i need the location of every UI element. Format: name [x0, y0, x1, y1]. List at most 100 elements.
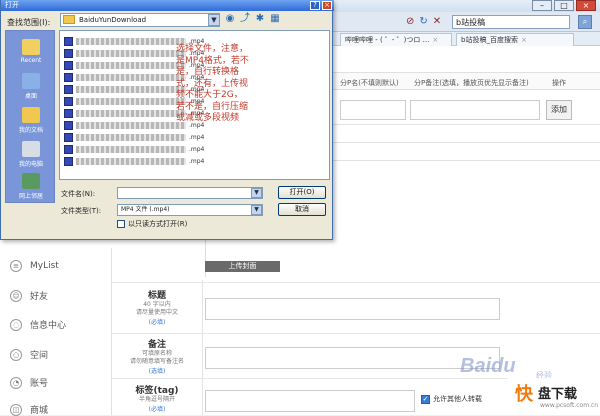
minimize-button[interactable]: – [532, 0, 552, 11]
checkbox-icon[interactable] [117, 220, 125, 228]
chevron-down-icon[interactable]: ▼ [208, 14, 220, 26]
tab-baidu-search[interactable]: b站投稿_百度搜索 × [456, 33, 574, 46]
dialog-titlebar: 打开 ? × [1, 0, 334, 11]
search-icon[interactable]: ⌕ [578, 15, 592, 29]
search-input[interactable]: b站投稿 [452, 15, 570, 29]
lookin-label: 查找范围(I): [7, 18, 51, 27]
dialog-controls: ? × [310, 1, 332, 10]
place-desktop[interactable]: 桌面 [6, 73, 56, 100]
stop-icon[interactable]: ⊘ [406, 16, 414, 27]
video-file-icon [64, 145, 73, 154]
desktop-icon [22, 73, 40, 89]
new-folder-icon[interactable]: ✱ [254, 13, 266, 25]
browser-tabbar: 哔哩哔哩 - ( ゜- ゜)つロ ... × b站投稿_百度搜索 × [330, 32, 600, 46]
place-network[interactable]: 网上邻居 [6, 173, 56, 200]
nav-item-shop[interactable]: ◫ 商城 [10, 403, 48, 416]
readonly-checkbox[interactable]: 以只读方式打开(R) [117, 219, 187, 229]
up-folder-icon[interactable]: ⤴ [239, 13, 251, 25]
site-logo: 快 盘下载 www.pcsoft.com.cn [508, 378, 600, 415]
nav-label: 空间 [30, 351, 49, 361]
part-name-input[interactable] [340, 100, 406, 120]
video-file-icon [64, 49, 73, 58]
remark-input[interactable] [205, 347, 500, 369]
chevron-down-icon[interactable]: ▼ [251, 205, 262, 215]
chevron-down-icon[interactable]: ▼ [251, 188, 262, 198]
upload-cover-button[interactable]: 上传封面 [205, 261, 280, 272]
field-label: 标签(tag) [135, 386, 179, 396]
instruction-note: 选择文件，注意，是MP4格式，若不是，自行转换格式，还有，上传视频不能大于2G，… [176, 44, 249, 123]
file-extension: .mp4 [189, 134, 205, 141]
shop-icon: ◫ [10, 403, 22, 416]
field-required: (必填) [148, 319, 166, 326]
account-icon: ◔ [10, 376, 22, 389]
parts-table-row: 添加 [330, 100, 600, 122]
network-icon [22, 173, 40, 189]
file-extension: .mp4 [189, 146, 205, 153]
place-label: Recent [20, 57, 42, 64]
video-file-icon [64, 121, 73, 130]
nav-item-mylist[interactable]: ≡ MyList [10, 260, 59, 272]
divider [202, 280, 203, 415]
nav-label: 好友 [30, 292, 49, 302]
checkbox-checked-icon[interactable]: ✓ [421, 394, 430, 404]
maximize-button[interactable]: □ [554, 0, 574, 11]
part-remark-input[interactable] [410, 100, 540, 120]
divider [112, 333, 600, 334]
filename-input[interactable] [117, 187, 263, 199]
close-button[interactable]: × [576, 0, 596, 11]
nav-label: MyList [30, 261, 59, 271]
close-icon[interactable]: ✕ [433, 16, 441, 27]
field-required: (必填) [148, 406, 166, 413]
place-label: 网上邻居 [18, 193, 43, 200]
address-bar-area: ⊘ ↻ ✕ b站投稿 ⌕ [330, 12, 600, 32]
checkbox-label: 允许其他人转载 [433, 395, 482, 403]
dialog-toolbar: ◉ ⤴ ✱ ▦ [224, 13, 281, 25]
file-item[interactable]: .mp4 [64, 132, 204, 143]
nav-item-friends[interactable]: ☺ 好友 [10, 289, 48, 302]
nav-label: 信息中心 [30, 321, 67, 331]
nav-item-messages[interactable]: ◌ 信息中心 [10, 318, 66, 331]
places-bar: Recent 桌面 我的文档 我的电脑 网上邻居 [5, 30, 55, 203]
title-input[interactable] [205, 298, 500, 320]
lookin-select[interactable]: BaiduYunDownload [60, 13, 220, 27]
refresh-icon[interactable]: ↻ [419, 16, 427, 27]
left-nav: ≡ MyList ☺ 好友 ◌ 信息中心 ○ 空间 ◔ 账号 ◫ 商城 [0, 248, 112, 416]
filetype-select[interactable]: MP4 文件 (.mp4) [117, 204, 263, 216]
open-file-dialog: 打开 ? × 查找范围(I): BaiduYunDownload ▼ ◉ ⤴ ✱… [0, 0, 334, 240]
file-name-blurred [76, 158, 186, 165]
checkbox-label: 以只读方式打开(R) [128, 220, 188, 228]
view-menu-icon[interactable]: ▦ [269, 13, 281, 25]
allow-repost-checkbox[interactable]: ✓ 允许其他人转载 [421, 394, 482, 404]
back-icon[interactable]: ◉ [224, 13, 236, 25]
file-name-blurred [76, 122, 186, 129]
file-name-blurred [76, 110, 186, 117]
file-item[interactable]: .mp4 [64, 144, 204, 155]
recent-icon [22, 39, 40, 55]
cancel-button[interactable]: 取消 [278, 203, 326, 216]
file-extension: .mp4 [189, 158, 205, 165]
open-button[interactable]: 打开(O) [278, 186, 326, 199]
place-my-documents[interactable]: 我的文档 [6, 107, 56, 134]
video-file-icon [64, 133, 73, 142]
video-file-icon [64, 61, 73, 70]
nav-item-account[interactable]: ◔ 账号 [10, 376, 48, 389]
dialog-close-button[interactable]: × [322, 1, 332, 10]
file-item[interactable]: .mp4 [64, 156, 204, 167]
divider [112, 282, 600, 283]
tags-input[interactable] [205, 390, 415, 412]
tab-bilibili[interactable]: 哔哩哔哩 - ( ゜- ゜)つロ ... × [340, 33, 452, 46]
column-header: 分P备注(选填，播放页优先显示备注) [414, 79, 529, 87]
file-name-blurred [76, 62, 186, 69]
dialog-title: 打开 [5, 1, 19, 9]
place-my-computer[interactable]: 我的电脑 [6, 141, 56, 168]
field-hint: 40 字以内 [143, 301, 171, 308]
close-tab-icon[interactable]: × [521, 36, 527, 44]
file-name-blurred [76, 38, 186, 45]
add-button[interactable]: 添加 [546, 100, 572, 120]
place-recent[interactable]: Recent [6, 39, 56, 64]
field-hint: 请勿随意填写备注名 [129, 358, 184, 365]
help-button[interactable]: ? [310, 1, 320, 10]
nav-item-space[interactable]: ○ 空间 [10, 348, 48, 361]
parts-table-header: 分P名(不填则默认) 分P备注(选填，播放页优先显示备注) 操作 [330, 72, 600, 90]
close-tab-icon[interactable]: × [432, 36, 438, 44]
